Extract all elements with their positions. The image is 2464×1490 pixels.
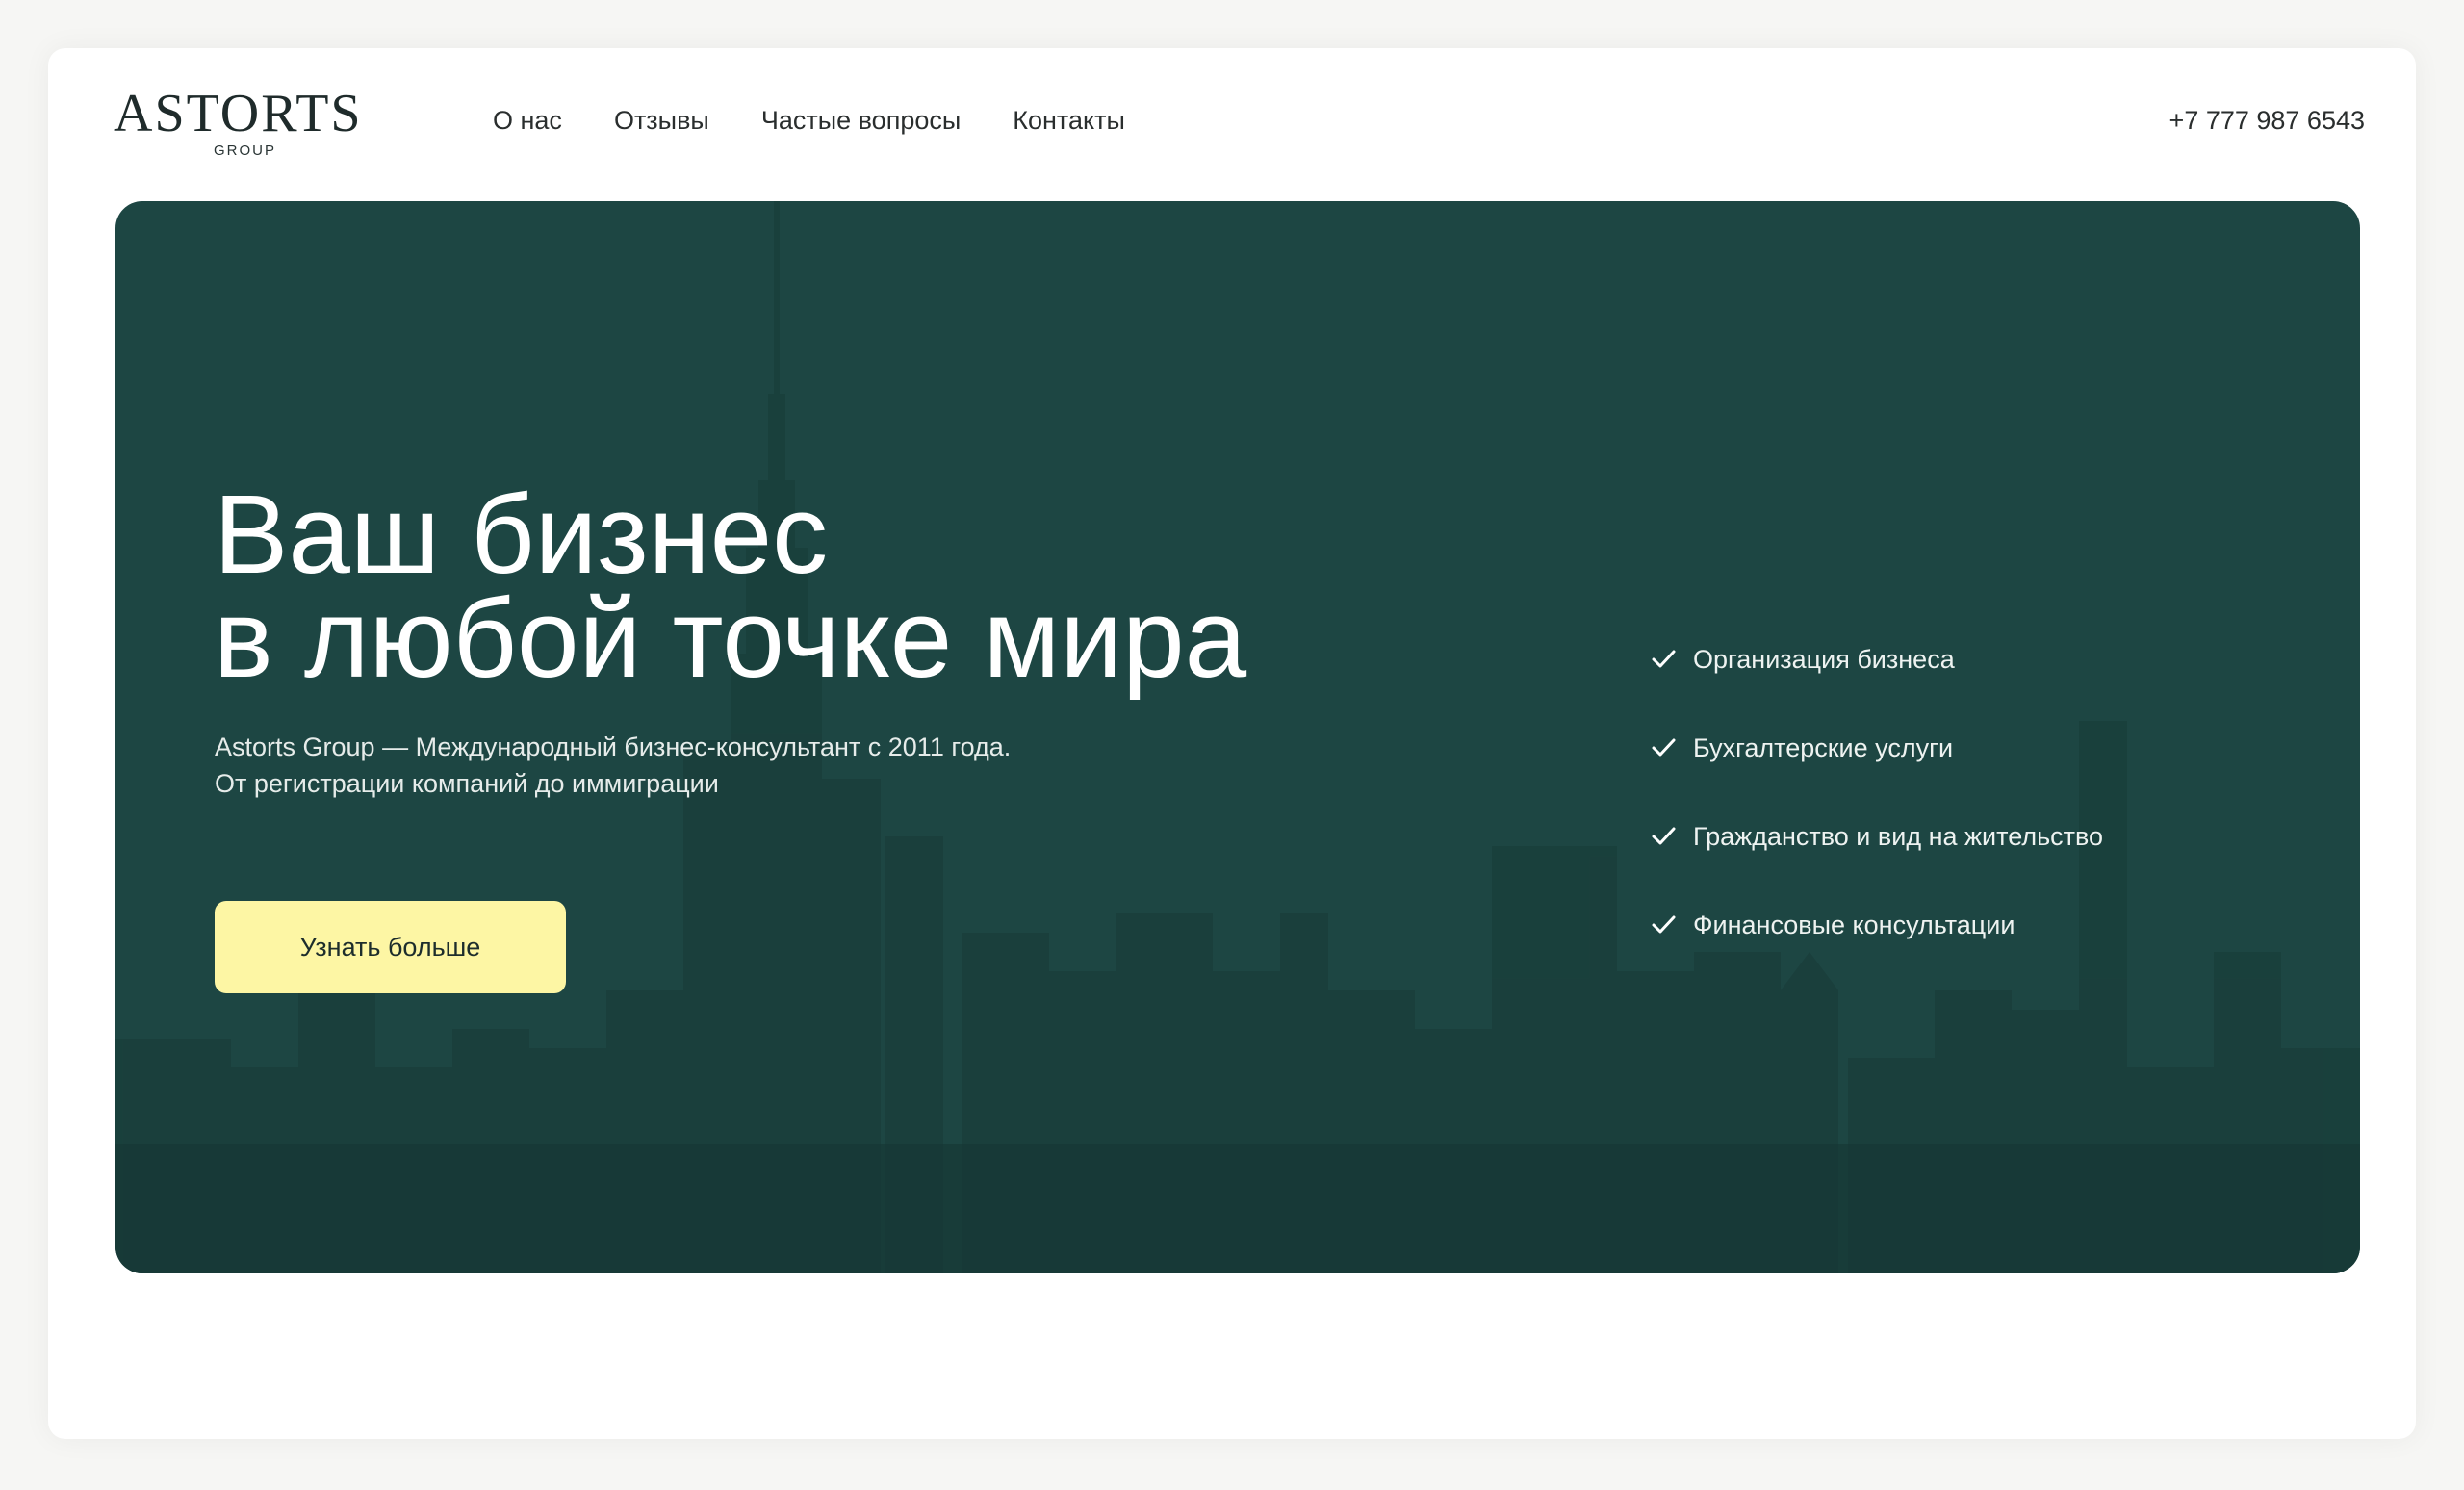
- hero-title: Ваш бизнес в любой точке мира: [214, 472, 1247, 701]
- learn-more-button[interactable]: Узнать больше: [215, 901, 566, 993]
- services-list: Организация бизнеса Бухгалтерские услуги…: [1649, 615, 2103, 969]
- nav-item-contacts[interactable]: Контакты: [1013, 106, 1125, 136]
- nav-item-about[interactable]: О нас: [493, 106, 562, 136]
- service-label: Гражданство и вид на жительство: [1693, 821, 2104, 851]
- service-item: Бухгалтерские услуги: [1649, 704, 2103, 792]
- hero-title-line-1: Ваш бизнес: [214, 472, 829, 597]
- hero-banner: Ваш бизнес в любой точке мира Astorts Gr…: [116, 201, 2360, 1273]
- check-icon: [1652, 738, 1676, 757]
- hero-subtitle: Astorts Group — Международный бизнес-кон…: [215, 729, 1011, 802]
- service-item: Гражданство и вид на жительство: [1649, 792, 2103, 881]
- hero-subtitle-line-1: Astorts Group — Международный бизнес-кон…: [215, 732, 1012, 761]
- service-label: Финансовые консультации: [1693, 910, 2015, 939]
- check-icon: [1652, 650, 1676, 668]
- main-nav: О нас Отзывы Частые вопросы Контакты: [493, 106, 1125, 136]
- hero-title-line-2: в любой точке мира: [214, 576, 1247, 701]
- nav-item-faq[interactable]: Частые вопросы: [761, 106, 961, 136]
- nav-item-reviews[interactable]: Отзывы: [614, 106, 709, 136]
- service-label: Организация бизнеса: [1693, 644, 1955, 674]
- logo[interactable]: ASTORTS GROUP: [114, 85, 388, 162]
- hero-subtitle-line-2: От регистрации компаний до иммиграции: [215, 769, 719, 798]
- logo-subtext: GROUP: [214, 142, 277, 159]
- phone-number[interactable]: +7 777 987 6543: [2169, 106, 2365, 136]
- check-icon: [1652, 827, 1676, 845]
- service-item: Организация бизнеса: [1649, 615, 2103, 704]
- service-item: Финансовые консультации: [1649, 881, 2103, 969]
- logo-wordmark: ASTORTS: [114, 84, 363, 143]
- service-label: Бухгалтерские услуги: [1693, 732, 1954, 762]
- check-icon: [1652, 915, 1676, 934]
